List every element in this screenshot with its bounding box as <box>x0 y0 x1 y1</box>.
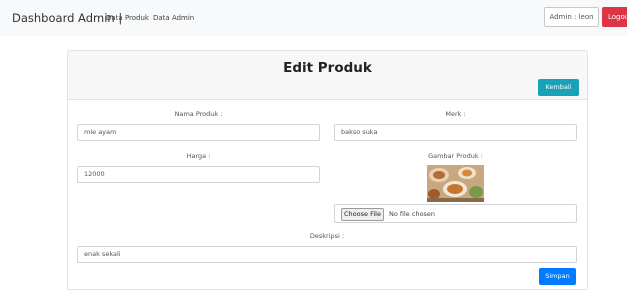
harga-input[interactable]: 12000 <box>77 166 320 183</box>
choose-file-button[interactable]: Choose File <box>341 208 384 221</box>
admin-user-button[interactable]: Admin : leon <box>544 7 599 27</box>
merk-label: Merk : <box>445 110 466 118</box>
logout-button[interactable]: Logout <box>602 7 627 27</box>
merk-input[interactable]: bakso suka <box>334 124 577 141</box>
page-title: Edit Produk <box>283 60 372 76</box>
deskripsi-input[interactable]: enak sekali <box>77 246 577 263</box>
card-header: Edit Produk Kembali <box>68 51 587 100</box>
nama-produk-label: Nama Produk : <box>174 110 223 118</box>
navbar: Dashboard Admin | Data Produk Data Admin… <box>0 0 627 36</box>
deskripsi-label: Deskripsi : <box>309 232 345 240</box>
gambar-produk-label: Gambar Produk : <box>428 152 483 160</box>
product-image <box>427 165 484 202</box>
file-status-text: No file chosen <box>389 210 436 218</box>
nav-link-data-admin[interactable]: Data Admin <box>153 14 194 22</box>
harga-label: Harga : <box>186 152 211 160</box>
nav-link-data-produk[interactable]: Data Produk <box>106 14 149 22</box>
nama-produk-input[interactable]: mie ayam <box>77 124 320 141</box>
save-button[interactable]: Simpan <box>539 268 576 285</box>
back-button[interactable]: Kembali <box>538 79 579 96</box>
